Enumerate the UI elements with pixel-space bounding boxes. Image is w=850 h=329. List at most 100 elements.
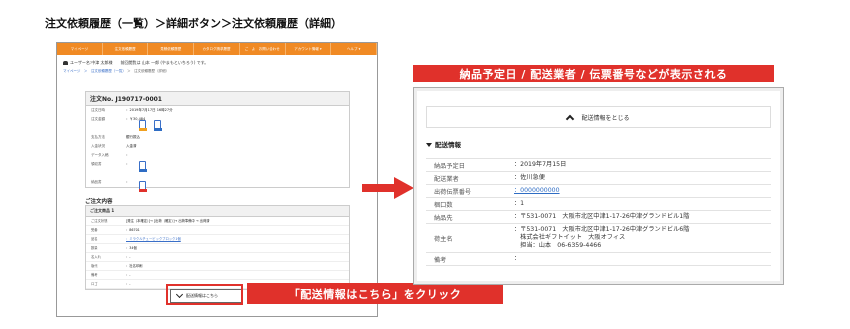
order-detail-screenshot: マイページ 注文依頼履歴 見積依頼履歴 カタログ請求履歴 ご よ お問い合わせ … (56, 42, 378, 317)
shipping-label: 梱口数 (434, 201, 453, 209)
right-arrow-icon (362, 177, 414, 199)
shipping-label: 配送業者 (434, 175, 459, 183)
page-heading: 注文依頼履歴（一覧）＞詳細ボタン＞注文依頼履歴（詳細） (45, 17, 342, 30)
nav-item-order-history[interactable]: 注文依頼履歴 (103, 43, 149, 55)
shipping-value: ：1 (514, 200, 525, 207)
shipping-row: 梱口数 ：1 (426, 198, 771, 211)
nav-item-help[interactable]: ヘルプ ▾ (331, 43, 377, 55)
order-info-row: 注文日時 ：2019年7月17日 16時27分 (86, 106, 349, 115)
nav-item-catalog-history[interactable]: カタログ請求履歴 (194, 43, 240, 55)
breadcrumb: マイページ ＞ 注文依頼履歴（一覧） ＞ 注文依頼履歴（詳細） (57, 69, 377, 80)
order-item-label: 品名 (91, 237, 98, 241)
close-shipping-button[interactable]: 配送情報をとじる (426, 106, 771, 128)
chevron-up-icon (566, 114, 575, 123)
shipping-label: 荷主名 (434, 235, 453, 243)
shipping-table: 納品予定日 ：2019年7月15日配送業者 ：佐川急便出荷伝票番号 ：00000000… (426, 158, 771, 266)
order-item-row: ご注文状態 [発注（本確定）]→ [出荷（確定）]→ 出荷準備中 → 出荷済 (86, 217, 349, 226)
order-info-value (126, 169, 349, 178)
shipping-value: ：佐川急便 (514, 174, 545, 181)
user-icon (63, 61, 68, 65)
shipping-value: ：2019年7月15日 (514, 161, 567, 168)
order-info-label: 納品書 (91, 180, 102, 184)
shipping-value: ：〒531-0071 大阪市北区中津1-17-26中津グランドビル1階 (514, 213, 690, 220)
order-info-row: 領収書 ： (86, 160, 349, 169)
order-item-row: 版代 ：社名印刷 (86, 262, 349, 271)
order-info-label: 入金状況 (91, 144, 105, 148)
order-info-row: 入金状況 入金済 (86, 142, 349, 151)
shipping-label: 備考 (434, 256, 447, 264)
top-nav: マイページ 注文依頼履歴 見積依頼履歴 カタログ請求履歴 ご よ お問い合わせ … (57, 43, 377, 55)
order-item-label: ご注文状態 (91, 219, 108, 223)
callout-click-shipping: 「配送情報はこちら」をクリック (247, 283, 503, 304)
breadcrumb-links[interactable]: マイページ ＞ 注文依頼履歴（一覧） (63, 69, 126, 73)
order-item-value: ：86701 (126, 228, 140, 232)
order-item-label: 版代 (91, 264, 98, 268)
order-content-box: ご注文商品 1 ご注文状態 [発注（本確定）]→ [出荷（確定）]→ 出荷準備中 … (85, 205, 350, 290)
shipping-row: 荷主名 ：〒531-0071 大阪市北区中津1-17-26中津グランドビル6階 株… (426, 224, 771, 253)
close-shipping-label: 配送情報をとじる (581, 114, 630, 122)
order-info-value: 入金済 (126, 144, 137, 148)
order-item-value: ：- (126, 255, 131, 259)
order-info-label: 支払方法 (91, 135, 105, 139)
order-info-label: 領収書 (91, 162, 102, 166)
order-info-row: データ入稿 ： (86, 151, 349, 160)
shipping-section-title: 配送情報 (426, 139, 461, 149)
order-info-value: 銀行振込 (126, 135, 140, 139)
shipping-row: 備考 ： (426, 253, 771, 266)
order-info-label: データ入稿 (91, 153, 109, 157)
breadcrumb-current: ＞ 注文依頼履歴（詳細） (127, 69, 170, 73)
order-item-label: ロゴ (91, 282, 98, 286)
order-item-label: 名入れ (91, 255, 101, 259)
order-info-row: 支払方法 銀行振込 (86, 133, 349, 142)
order-item-value: ：- (126, 273, 131, 277)
order-content-heading: ご注文内容 (85, 199, 113, 205)
shipping-value: ： (514, 255, 521, 262)
order-item-label: 備考 (91, 273, 98, 277)
receipt-doc-icon[interactable] (139, 161, 147, 172)
order-item-row: 備考 ：- (86, 271, 349, 280)
order-item-label: 数量 (91, 246, 98, 250)
order-info-value: ：2019年7月17日 16時27分 (126, 108, 173, 112)
shipping-row: 納品先 ：〒531-0071 大阪市北区中津1-17-26中津グランドビル1階 (426, 211, 771, 224)
shipping-value[interactable]: ：0000000000 (514, 185, 771, 197)
shipping-value: ：〒531-0071 大阪市北区中津1-17-26中津グランドビル6階 株式会社… (514, 226, 690, 249)
user-greeting: ユーザー名:中津 太郎様 前回閲覧は 山本 一郎 (やまもといちろう) です。 (57, 55, 377, 69)
order-item-label: 受番 (91, 228, 98, 232)
order-info-value: ： (126, 153, 130, 157)
order-item-row: 受番 ：86701 (86, 226, 349, 235)
estimate-doc-icon[interactable] (139, 120, 147, 131)
order-info-label (86, 124, 126, 133)
nav-item-contact[interactable]: ご よ お問い合わせ (240, 43, 286, 55)
invoice-doc-icon[interactable] (154, 120, 162, 131)
highlight-outline (166, 284, 243, 305)
order-summary-box: 注文No. J190717-0001 注文日時 ：2019年7月17日 16時27… (85, 91, 350, 188)
order-item-subheading: ご注文商品 1 (86, 206, 349, 217)
triangle-down-icon (426, 143, 432, 147)
order-item-value: ：社名印刷 (126, 264, 143, 268)
order-item-value[interactable]: ：ミラクルチュービックブロック1個 (126, 235, 349, 243)
order-item-row: 品名 ：ミラクルチュービックブロック1個 (86, 235, 349, 244)
order-info-value: ： (126, 180, 130, 184)
shipping-row: 出荷伝票番号 ：0000000000 (426, 185, 771, 198)
order-item-row: 名入れ ：- (86, 253, 349, 262)
order-item-row: 数量 ：34個 (86, 244, 349, 253)
order-info-row: 注文金額 ：￥30,484 (86, 115, 349, 124)
order-info-row (86, 169, 349, 178)
nav-item-mypage[interactable]: マイページ (57, 43, 103, 55)
order-info-label: 注文金額 (91, 117, 105, 121)
order-item-value: ：34個 (126, 246, 137, 250)
shipping-info-screenshot: 配送情報をとじる 配送情報 納品予定日 ：2019年7月15日配送業者 ：佐川急便出… (413, 87, 784, 285)
delivery-note-doc-icon[interactable] (139, 181, 147, 192)
order-info-label (86, 169, 126, 178)
nav-item-account[interactable]: アカウント情報 ▾ (286, 43, 332, 55)
shipping-label: 納品先 (434, 214, 453, 222)
shipping-label: 納品予定日 (434, 162, 465, 170)
order-item-value: [発注（本確定）]→ [出荷（確定）]→ 出荷準備中 → 出荷済 (126, 219, 210, 223)
callout-shipping-info: 納品予定日 / 配送業者 / 伝票番号などが表示される (413, 65, 774, 82)
shipping-row: 納品予定日 ：2019年7月15日 (426, 159, 771, 172)
greeting-text: ユーザー名:中津 太郎様 前回閲覧は 山本 一郎 (やまもといちろう) です。 (70, 60, 209, 65)
order-info-label: 注文日時 (91, 108, 105, 112)
nav-item-quote-history[interactable]: 見積依頼履歴 (148, 43, 195, 55)
order-info-row (86, 124, 349, 133)
shipping-row: 配送業者 ：佐川急便 (426, 172, 771, 185)
